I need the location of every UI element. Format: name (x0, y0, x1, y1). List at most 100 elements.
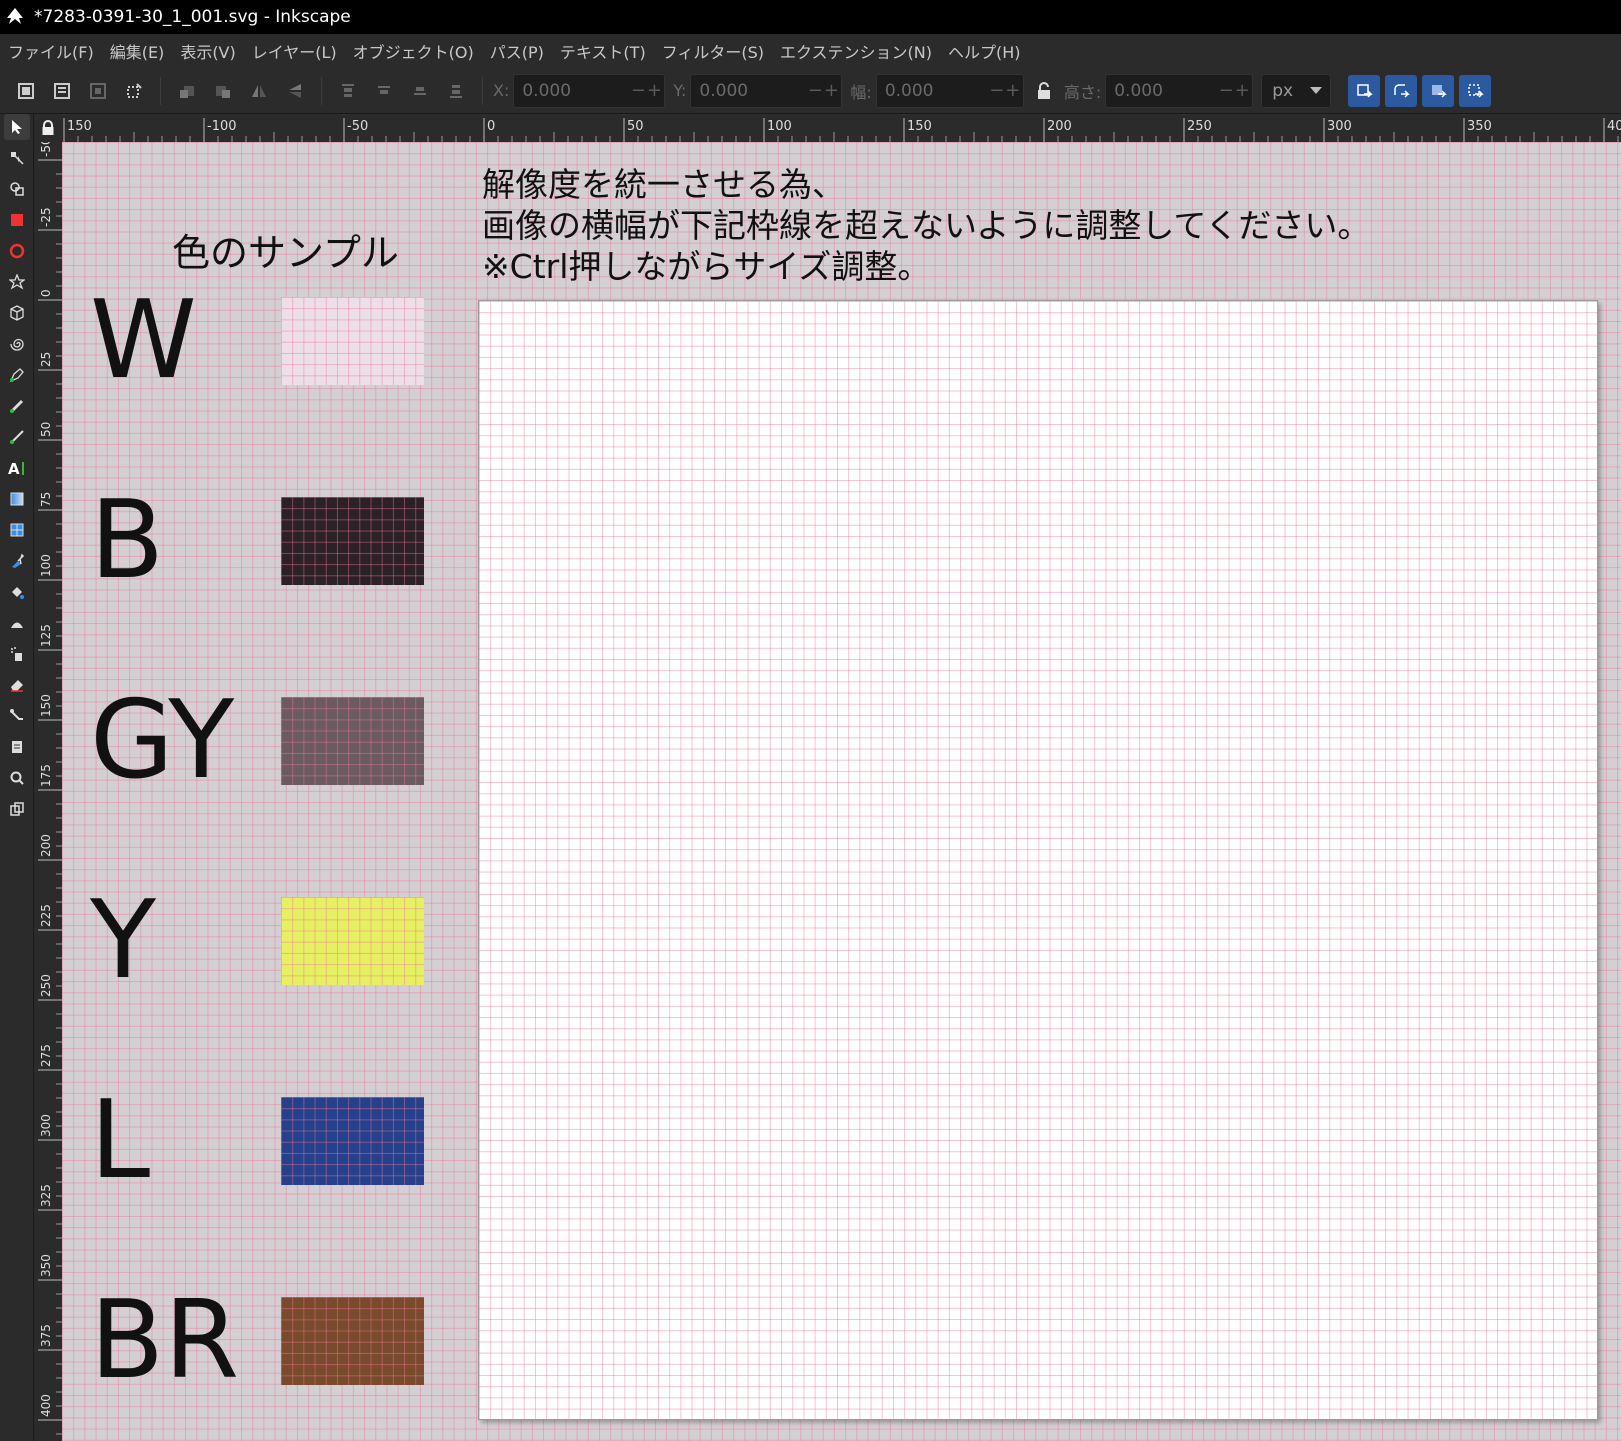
y-input[interactable] (691, 80, 808, 101)
x-input[interactable] (514, 80, 631, 101)
rectangle-tool-icon[interactable] (4, 207, 30, 233)
text-tool-icon[interactable]: A (4, 455, 30, 481)
color-code-gy[interactable]: GY (90, 687, 234, 795)
width-spin-group: 幅: − + (850, 73, 1024, 108)
menu-object[interactable]: オブジェクト(O) (345, 39, 482, 63)
lock-ratio-icon[interactable] (1032, 79, 1056, 103)
paint-bucket-tool-icon[interactable] (4, 579, 30, 605)
swatch-w[interactable] (281, 297, 424, 385)
zoom-tool-icon[interactable] (4, 765, 30, 791)
scale-radius-toggle[interactable] (1385, 74, 1418, 107)
deselect-icon[interactable] (86, 79, 110, 103)
menu-layer[interactable]: レイヤー(L) (244, 39, 345, 63)
ruler-label: -25 (39, 207, 53, 227)
height-label: 高さ: (1063, 82, 1102, 102)
ruler-label: 225 (39, 904, 53, 927)
swatch-gy[interactable] (281, 697, 424, 785)
color-code-y[interactable]: Y (90, 887, 156, 995)
selector-tool-icon[interactable] (4, 114, 30, 140)
vertical-ruler[interactable]: -50 -25 0 25 50 75 100 125 150 175 200 225 250 275 300… (34, 142, 62, 1441)
ruler-label: 150 (67, 119, 92, 134)
ruler-label: 350 (39, 1254, 53, 1277)
unit-select[interactable]: px (1261, 73, 1332, 108)
width-field-box: − + (875, 73, 1024, 108)
menu-extensions[interactable]: エクステンション(N) (772, 39, 940, 63)
color-code-w[interactable]: W (90, 287, 197, 395)
calligraphy-tool-icon[interactable] (4, 424, 30, 450)
pencil-tool-icon[interactable] (4, 393, 30, 419)
move-patterns-toggle[interactable] (1459, 74, 1492, 107)
swatch-b[interactable] (281, 497, 424, 585)
gradient-tool-icon[interactable] (4, 486, 30, 512)
menu-filters[interactable]: フィルター(S) (654, 39, 772, 63)
pen-tool-icon[interactable] (4, 362, 30, 388)
ruler-label: 300 (1327, 119, 1352, 134)
spray-tool-icon[interactable] (4, 641, 30, 667)
color-sample-title: 色のサンプル (172, 231, 399, 275)
x-increment-button[interactable]: + (646, 80, 662, 101)
width-decrement-button[interactable]: − (989, 80, 1005, 101)
menu-help[interactable]: ヘルプ(H) (940, 39, 1029, 63)
width-increment-button[interactable]: + (1005, 80, 1021, 101)
toolbox: A (0, 114, 34, 1441)
menu-view[interactable]: 表示(V) (172, 39, 243, 63)
ruler-lock[interactable] (34, 114, 62, 142)
clone-tool-icon[interactable] (4, 796, 30, 822)
move-gradients-toggle[interactable] (1422, 74, 1455, 107)
ellipse-tool-icon[interactable] (4, 238, 30, 264)
menu-path[interactable]: パス(P) (482, 39, 552, 63)
width-label: 幅: (850, 82, 872, 102)
select-all-in-all-layers-icon[interactable] (50, 79, 74, 103)
flip-vertical-icon[interactable] (283, 79, 307, 103)
lower-icon[interactable] (408, 79, 432, 103)
spiral-tool-icon[interactable] (4, 331, 30, 357)
width-input[interactable] (876, 80, 989, 101)
color-code-b[interactable]: B (90, 487, 164, 595)
raise-icon[interactable] (372, 79, 396, 103)
pages-tool-icon[interactable] (4, 734, 30, 760)
canvas[interactable]: 色のサンプル 解像度を統一させる為、 画像の横幅が下記枠線を超えないように調整し… (62, 142, 1621, 1441)
swatch-l[interactable] (281, 1097, 424, 1185)
tweak-tool-icon[interactable] (4, 610, 30, 636)
3d-box-tool-icon[interactable] (4, 300, 30, 326)
horizontal-ruler[interactable]: 150 -100 -50 0 50 100 150 200 250 300 350 400 (62, 114, 1621, 142)
dropper-tool-icon[interactable] (4, 548, 30, 574)
flip-horizontal-icon[interactable] (247, 79, 271, 103)
swatch-br[interactable] (281, 1297, 424, 1385)
y-increment-button[interactable]: + (823, 80, 839, 101)
ruler-label: 400 (1607, 119, 1621, 134)
color-code-l[interactable]: L (90, 1087, 150, 1195)
shape-builder-tool-icon[interactable] (4, 176, 30, 202)
color-code-br[interactable]: BR (90, 1287, 239, 1395)
page-frame[interactable] (478, 300, 1598, 1420)
menu-edit[interactable]: 編集(E) (102, 39, 173, 63)
unit-value: px (1272, 80, 1294, 101)
eraser-tool-icon[interactable] (4, 672, 30, 698)
touch-select-icon[interactable] (122, 79, 146, 103)
menu-file[interactable]: ファイル(F) (0, 39, 102, 63)
ruler-label: 300 (39, 1114, 53, 1137)
star-tool-icon[interactable] (4, 269, 30, 295)
node-tool-icon[interactable] (4, 145, 30, 171)
height-input[interactable] (1106, 80, 1219, 101)
lock-icon (42, 120, 54, 135)
scale-stroke-toggle[interactable] (1348, 74, 1381, 107)
ruler-label: 0 (487, 119, 495, 134)
height-increment-button[interactable]: + (1234, 80, 1250, 101)
rotate-ccw-icon[interactable] (175, 79, 199, 103)
window-title: *7283-0391-30_1_001.svg - Inkscape (34, 7, 351, 27)
ruler-label: 50 (627, 119, 644, 134)
select-all-icon[interactable] (14, 79, 38, 103)
menu-text[interactable]: テキスト(T) (552, 39, 654, 63)
y-decrement-button[interactable]: − (807, 80, 823, 101)
rotate-cw-icon[interactable] (211, 79, 235, 103)
x-decrement-button[interactable]: − (630, 80, 646, 101)
lower-to-bottom-icon[interactable] (444, 79, 468, 103)
height-decrement-button[interactable]: − (1218, 80, 1234, 101)
connector-tool-icon[interactable] (4, 703, 30, 729)
swatch-y[interactable] (281, 897, 424, 985)
ruler-label: 50 (39, 422, 53, 437)
raise-to-top-icon[interactable] (336, 79, 360, 103)
x-spin-group: X: − + (493, 73, 666, 108)
mesh-tool-icon[interactable] (4, 517, 30, 543)
